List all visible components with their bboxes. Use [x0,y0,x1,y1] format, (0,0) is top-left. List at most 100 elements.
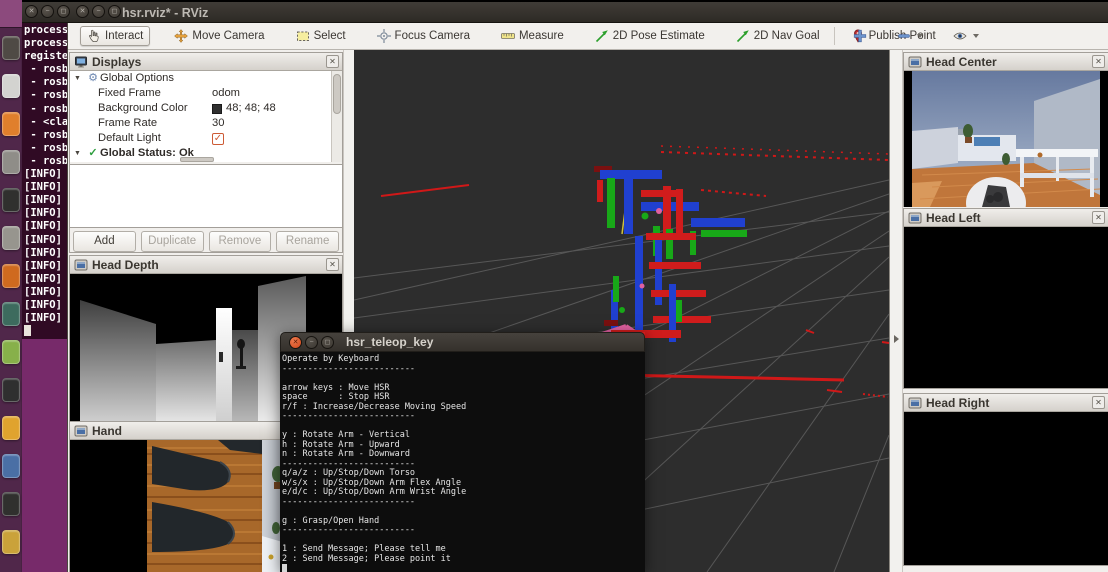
tool-select[interactable]: Select [289,26,353,46]
close-icon[interactable] [1092,396,1105,409]
expander-triangle-icon[interactable]: ▼ [74,146,86,161]
panel-title: Head Left [926,211,981,225]
tool-focus-camera[interactable]: Focus Camera [370,26,477,46]
minimize-icon[interactable] [305,336,318,349]
property-row-background-color[interactable]: Background Color48; 48; 48 [70,101,342,116]
property-row-frame-rate[interactable]: Frame Rate 30 [70,116,342,131]
tool-move-camera[interactable]: Move Camera [167,26,271,46]
launcher-icon[interactable] [2,454,20,478]
close-icon[interactable] [1092,211,1105,224]
teleop-terminal-output[interactable]: Operate by Keyboard---------------------… [280,352,645,572]
duplicate-button[interactable]: Duplicate [141,231,204,252]
head-center-panel-header[interactable]: Head Center [904,53,1108,71]
toolbar-tool-visibility-eye-icon[interactable] [946,26,986,46]
close-icon[interactable] [1092,55,1105,68]
property-value[interactable]: odom [212,86,240,101]
minimize-icon[interactable] [41,5,54,18]
dropdown-caret-icon[interactable] [973,34,979,38]
displays-property-tree: ▼⚙Global OptionsFixed FrameodomBackgroun… [70,71,342,162]
launcher-dash-icon[interactable] [0,0,22,28]
terminal-cursor [282,564,287,572]
expander-triangle-icon[interactable]: ▼ [74,71,86,86]
tree-scrollbar[interactable] [331,71,342,162]
close-icon[interactable] [326,55,339,68]
launcher-icon[interactable] [2,530,20,554]
toolbar-remove-tool-minus-icon[interactable] [890,26,930,46]
scrollbar-thumb[interactable] [333,74,341,114]
maximize-icon[interactable] [108,5,121,18]
background-terminal[interactable]: process[process[register - rosbr - rosbr… [22,23,67,339]
close-icon[interactable] [25,5,38,18]
teleop-line: -------------------------- [282,498,645,508]
desktop: hsr.rviz* - RViz process[process[registe… [0,0,1108,572]
property-value[interactable]: 48; 48; 48 [212,101,276,116]
property-value[interactable]: 30 [212,116,224,131]
toolbar-add-tool-plus-icon[interactable] [846,26,874,46]
launcher-icon[interactable] [2,378,20,402]
launcher-icon[interactable] [2,416,20,440]
property-row-fixed-frame[interactable]: Fixed Frameodom [70,86,342,101]
unity-launcher [0,0,22,572]
launcher-icon[interactable] [2,74,20,98]
tool-label: Measure [519,30,564,42]
right-splitter[interactable] [889,50,903,572]
terminal-line: process[ [24,37,67,50]
property-value[interactable]: ✓ [212,131,224,146]
launcher-icon[interactable] [2,302,20,326]
default-light-checkbox-icon[interactable]: ✓ [212,133,224,145]
camera-panel-icon [74,424,88,438]
tool-interact[interactable]: Interact [80,26,150,46]
launcher-icon[interactable] [2,226,20,250]
launcher-icon[interactable] [2,264,20,288]
horizontal-scrollbar-thumb[interactable] [180,157,214,162]
head-depth-panel-header[interactable]: Head Depth [70,256,342,274]
maximize-icon[interactable] [57,5,70,18]
launcher-icon[interactable] [2,188,20,212]
head-left-camera-image [904,227,1108,388]
terminal-line: [INFO] [ [24,207,67,220]
terminal-line: - rosbr [24,89,67,102]
close-icon[interactable] [76,5,89,18]
terminal-line: [INFO] [ [24,286,67,299]
head-left-panel-header[interactable]: Head Left [904,209,1108,227]
displays-panel-header[interactable]: Displays [70,53,342,71]
terminal-line: [INFO] [ [24,181,67,194]
panel-title: Head Right [926,396,989,410]
collapse-right-icon[interactable] [894,335,899,343]
launcher-icon[interactable] [2,340,20,364]
teleop-window-buttons [289,336,334,349]
terminal-line: process[ [24,24,67,37]
head-left-panel: Head Left [903,208,1108,389]
tool-label: Move Camera [192,30,264,42]
camera-panel-icon [74,258,88,272]
terminal-window-buttons [25,5,70,18]
property-label: Frame Rate [98,117,157,129]
maximize-icon[interactable] [321,336,334,349]
add-button[interactable]: Add [73,231,136,252]
terminal-line: - rosbr [24,142,67,155]
hand-cursor-icon [87,29,101,43]
launcher-icon[interactable] [2,492,20,516]
camera-panel-icon [908,55,922,69]
launcher-icon[interactable] [2,112,20,136]
move-camera-icon [174,29,188,43]
tool-2d-nav-goal[interactable]: 2D Nav Goal [729,26,827,46]
close-icon[interactable] [289,336,302,349]
head-center-panel: Head Center [903,52,1108,207]
tool-label: Interact [105,30,143,42]
teleop-line: 2 : Send Message; Please point it [282,555,645,565]
remove-button[interactable]: Remove [209,231,272,252]
tool-2d-pose-estimate[interactable]: 2D Pose Estimate [588,26,712,46]
property-row-default-light[interactable]: Default Light✓ [70,131,342,146]
head-right-panel-header[interactable]: Head Right [904,394,1108,412]
minimize-icon[interactable] [92,5,105,18]
property-row-global-options[interactable]: ▼⚙Global Options [70,71,342,86]
rename-button[interactable]: Rename [276,231,339,252]
close-icon[interactable] [326,258,339,271]
dropdown-caret-icon[interactable] [917,34,923,38]
tool-measure[interactable]: Measure [494,26,571,46]
head-right-camera-image [904,412,1108,565]
teleop-titlebar[interactable]: hsr_teleop_key [280,332,645,352]
launcher-icon[interactable] [2,36,20,60]
launcher-icon[interactable] [2,150,20,174]
